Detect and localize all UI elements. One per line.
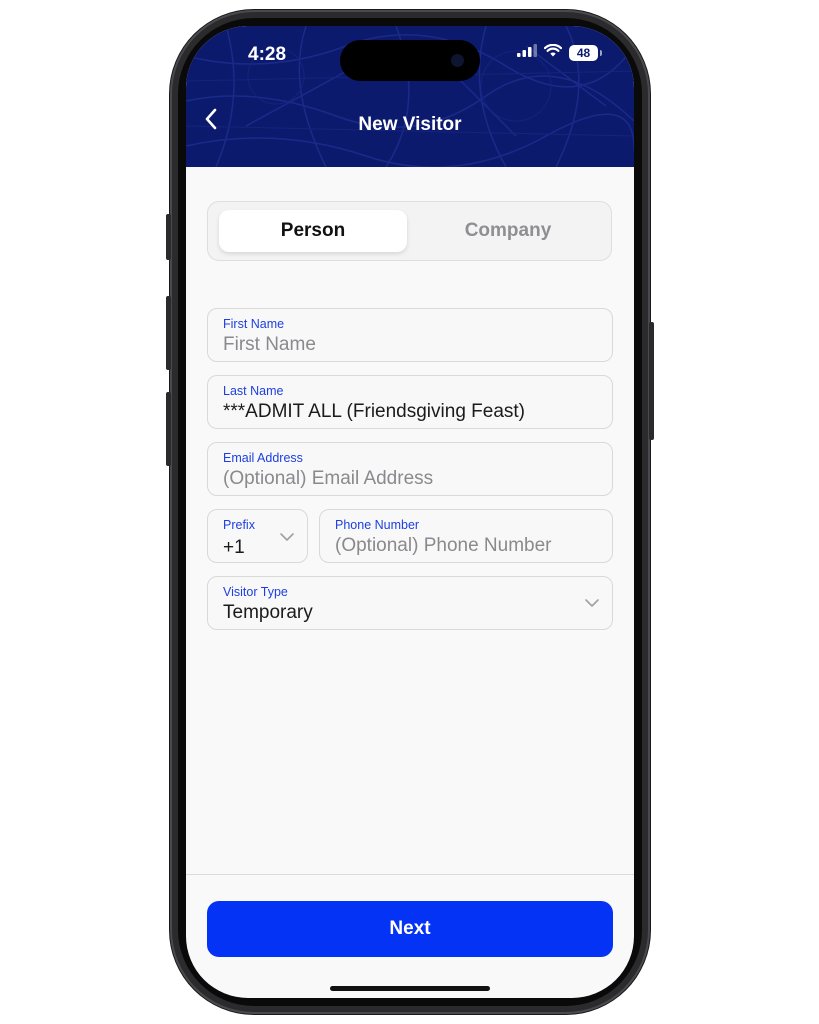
front-camera	[451, 54, 464, 67]
prefix-label: Prefix	[223, 518, 255, 532]
dynamic-island	[340, 40, 480, 81]
status-icons: 48	[517, 43, 602, 62]
page-title: New Visitor	[358, 114, 462, 135]
battery-icon: 48	[569, 45, 602, 61]
phone-number-label: Phone Number	[335, 518, 420, 532]
action-button	[166, 214, 171, 260]
chevron-down-icon	[585, 599, 599, 607]
volume-down-button	[166, 392, 171, 466]
prefix-select[interactable]: Prefix +1	[207, 509, 308, 563]
visitor-type-value: Temporary	[223, 602, 313, 623]
status-time: 4:28	[248, 44, 287, 65]
header: 4:28 48 New Visitor	[186, 26, 634, 167]
app-screen: 4:28 48 New Visitor Person Company First…	[186, 26, 634, 998]
phone-number-field[interactable]: Phone Number (Optional) Phone Number	[319, 509, 613, 563]
email-placeholder: (Optional) Email Address	[223, 468, 434, 489]
visitor-type-select[interactable]: Visitor Type Temporary	[207, 576, 613, 630]
segment-company[interactable]: Company	[414, 210, 602, 252]
last-name-value: ***ADMIT ALL (Friendsgiving Feast)	[223, 401, 526, 422]
wifi-icon	[543, 43, 563, 62]
first-name-label: First Name	[223, 317, 285, 331]
prefix-value: +1	[223, 537, 245, 558]
segment-person[interactable]: Person	[219, 210, 407, 252]
first-name-placeholder: First Name	[223, 334, 316, 355]
home-indicator	[330, 986, 490, 991]
next-button[interactable]: Next	[207, 901, 613, 957]
power-button	[649, 322, 654, 440]
volume-up-button	[166, 296, 171, 370]
email-field[interactable]: Email Address (Optional) Email Address	[207, 442, 613, 496]
email-label: Email Address	[223, 451, 303, 465]
visitor-kind-segmented-control: Person Company	[207, 201, 612, 261]
visitor-type-label: Visitor Type	[223, 585, 288, 599]
footer-divider	[186, 874, 634, 875]
last-name-field[interactable]: Last Name ***ADMIT ALL (Friendsgiving Fe…	[207, 375, 613, 429]
phone-number-placeholder: (Optional) Phone Number	[335, 535, 552, 556]
signal-icon	[517, 44, 537, 62]
first-name-field[interactable]: First Name First Name	[207, 308, 613, 362]
last-name-label: Last Name	[223, 384, 284, 398]
chevron-down-icon	[280, 533, 294, 541]
